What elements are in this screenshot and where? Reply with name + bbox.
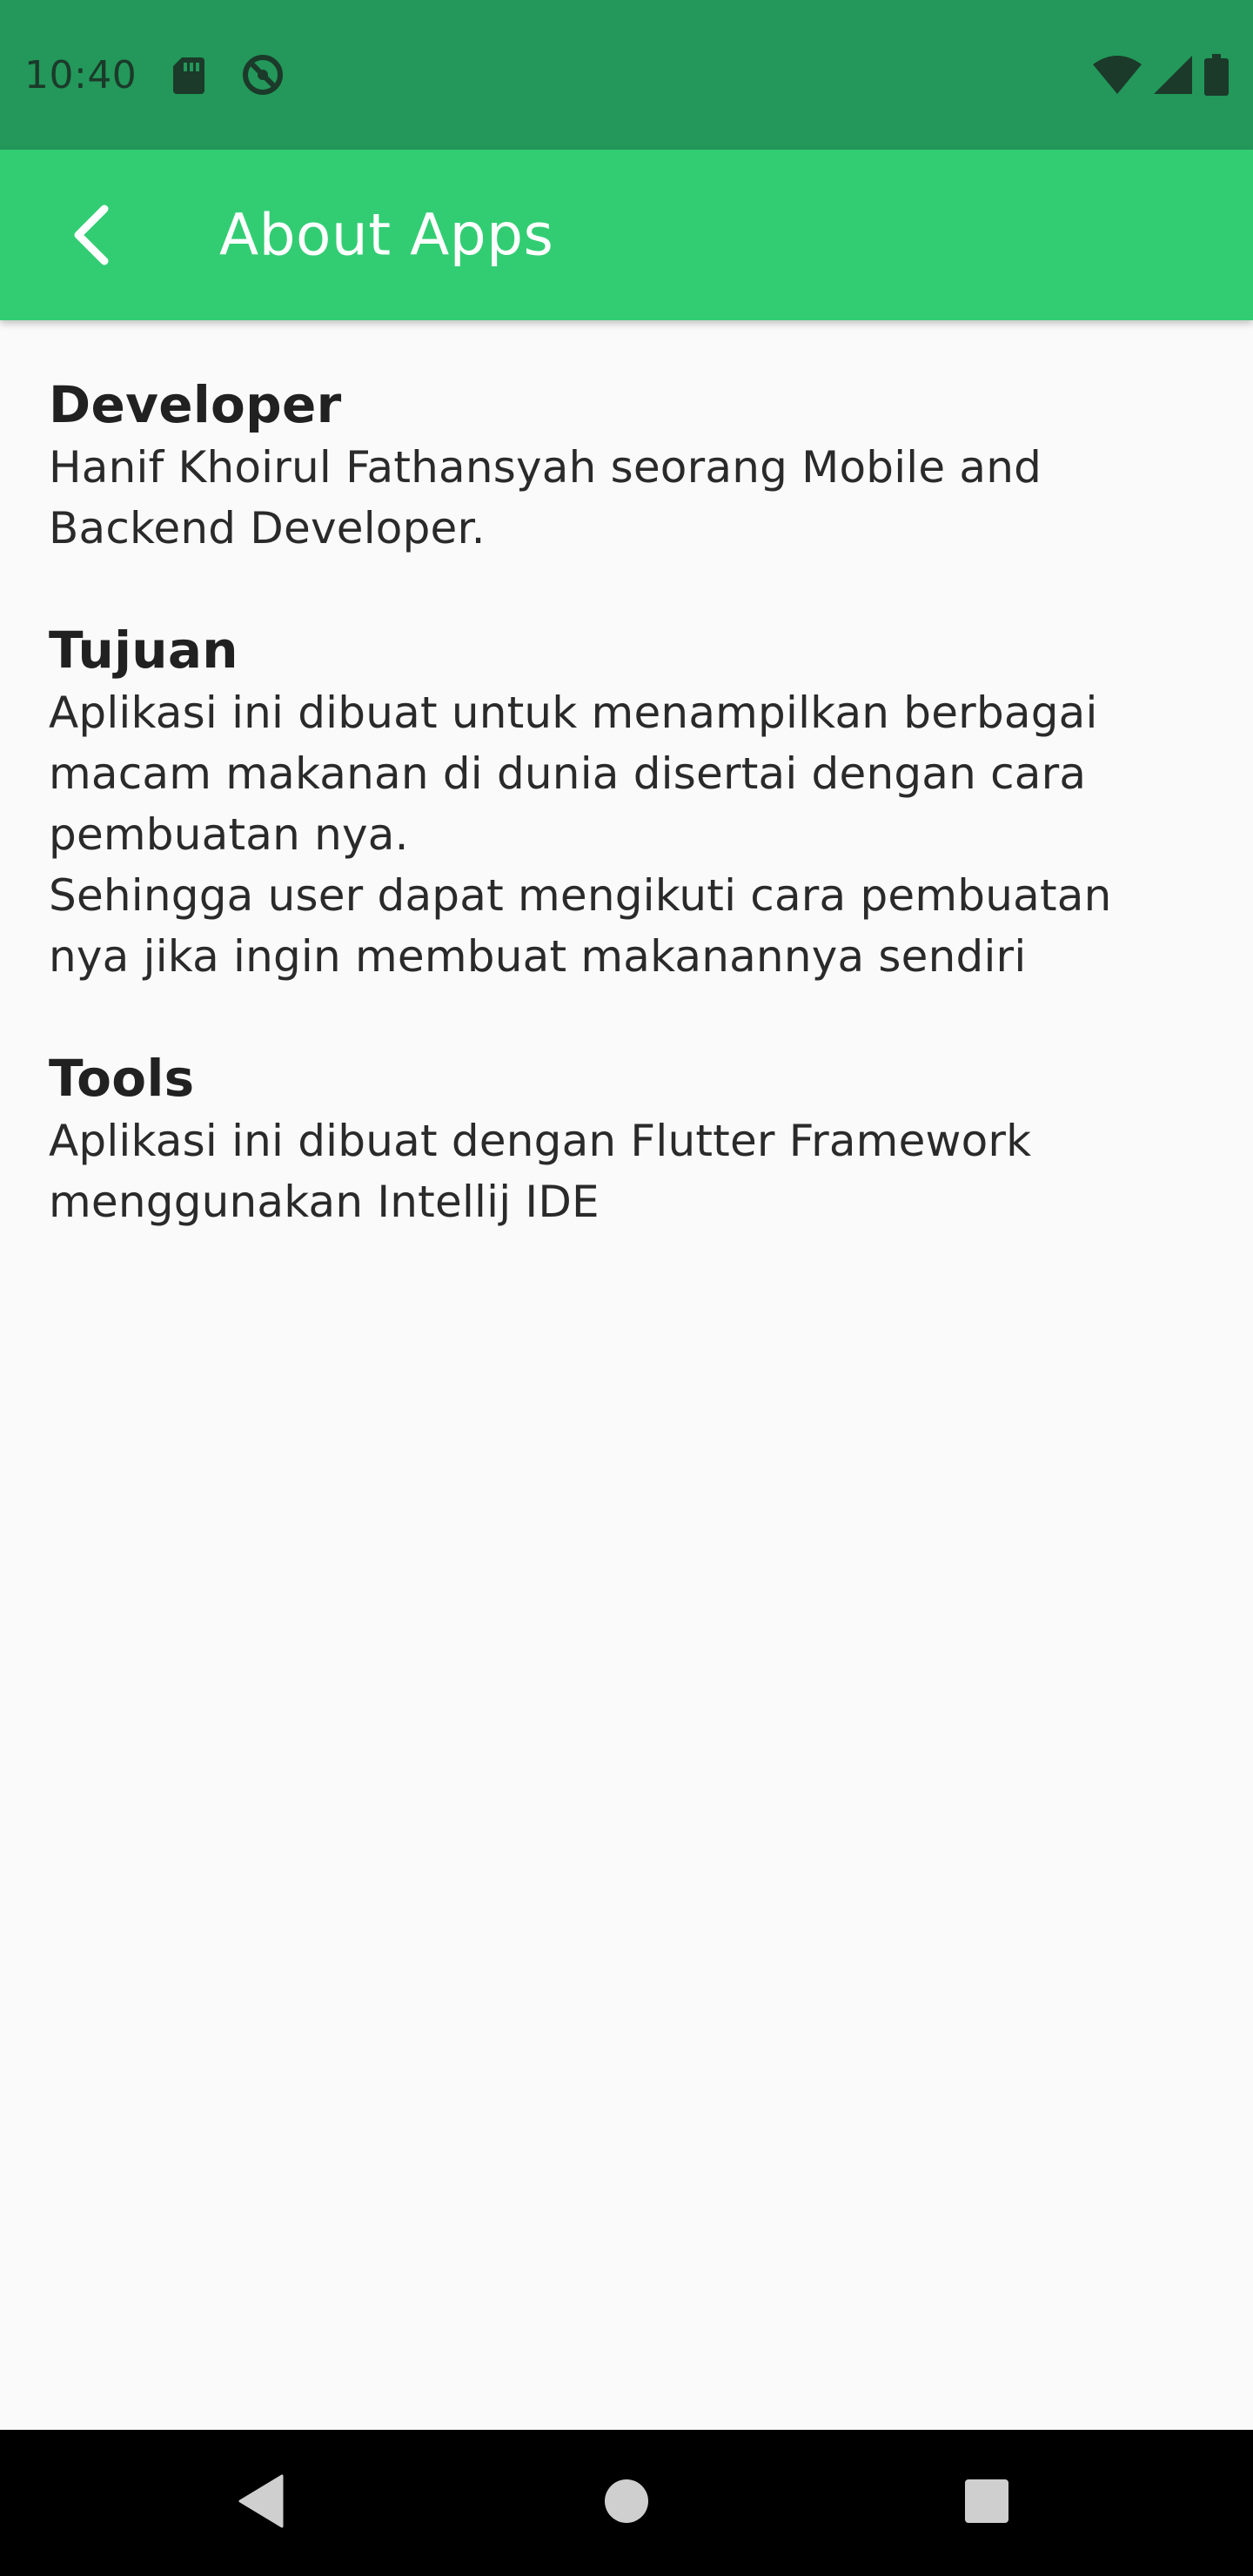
wifi-icon xyxy=(1093,56,1142,94)
section-heading: Tools xyxy=(49,1049,195,1108)
back-button[interactable] xyxy=(49,193,132,277)
nav-back-button[interactable] xyxy=(237,2474,285,2532)
status-bar-right xyxy=(1093,54,1229,96)
do-not-disturb-icon xyxy=(243,55,284,95)
recents-square-icon xyxy=(965,2479,1008,2523)
about-apps-screen: 10:40 About Apps Developer Hanif Khoirul… xyxy=(0,0,1253,2576)
section-text: Aplikasi ini dibuat dengan Flutter Frame… xyxy=(49,1116,1032,1227)
nav-recents-button[interactable] xyxy=(964,2479,1009,2527)
page-title: About Apps xyxy=(219,201,554,269)
home-circle-icon xyxy=(605,2479,648,2523)
section-tools: Tools Aplikasi ini dibuat dengan Flutter… xyxy=(49,1046,1206,1232)
section-text: Aplikasi ini dibuat untuk menampilkan be… xyxy=(49,688,1098,860)
section-text: Sehingga user dapat mengikuti cara pembu… xyxy=(49,870,1112,982)
about-content: Developer Hanif Khoirul Fathansyah seora… xyxy=(49,320,1206,1291)
section-tujuan: Tujuan Aplikasi ini dibuat untuk menampi… xyxy=(49,618,1206,987)
cellular-signal-icon xyxy=(1154,56,1192,94)
section-body: Aplikasi ini dibuat dengan Flutter Frame… xyxy=(49,1110,1206,1232)
sd-card-icon xyxy=(173,57,205,94)
back-triangle-icon xyxy=(238,2474,284,2528)
nav-home-button[interactable] xyxy=(604,2479,649,2527)
section-body: Hanif Khoirul Fathansyah seorang Mobile … xyxy=(49,437,1206,559)
battery-icon xyxy=(1204,54,1229,96)
section-text: Hanif Khoirul Fathansyah seorang Mobile … xyxy=(49,442,1042,553)
status-bar-left: 10:40 xyxy=(24,53,285,97)
system-nav-bar xyxy=(0,2430,1253,2576)
status-time: 10:40 xyxy=(24,52,137,97)
app-bar: About Apps xyxy=(0,150,1253,320)
section-developer: Developer Hanif Khoirul Fathansyah seora… xyxy=(49,372,1206,559)
section-heading: Tujuan xyxy=(49,621,238,680)
section-heading: Developer xyxy=(49,375,342,434)
section-body: Aplikasi ini dibuat untuk menampilkan be… xyxy=(49,682,1206,987)
chevron-left-icon xyxy=(74,205,109,265)
status-bar: 10:40 xyxy=(0,0,1253,150)
